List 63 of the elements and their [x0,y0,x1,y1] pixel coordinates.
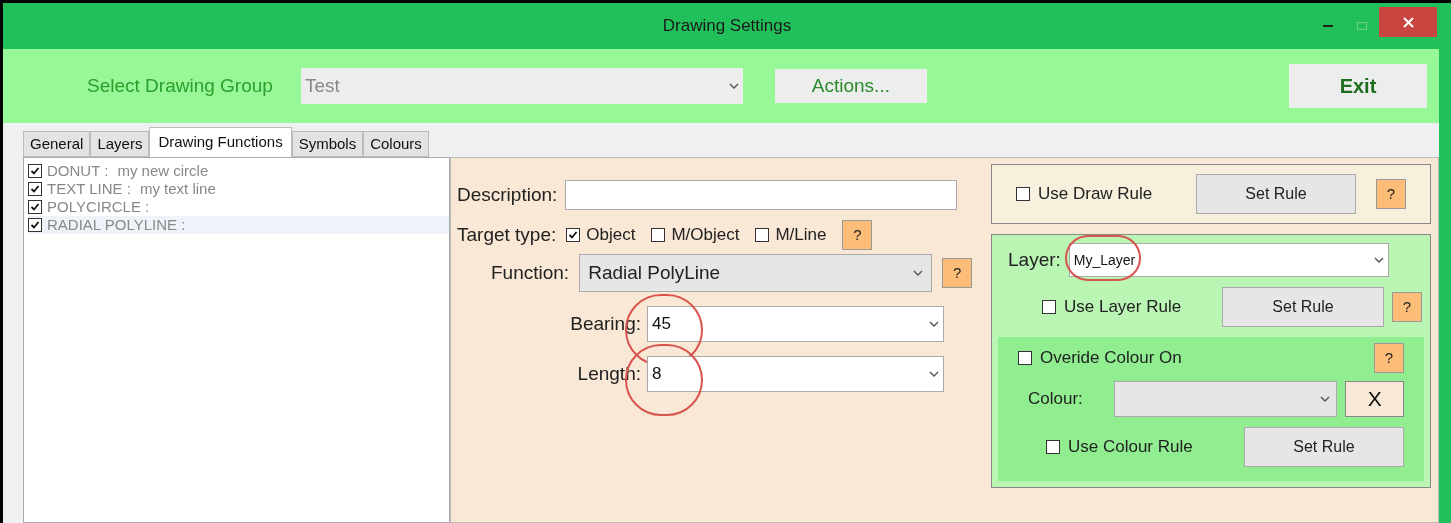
function-dropdown[interactable]: Radial PolyLine [579,254,933,292]
draw-rule-label: Use Draw Rule [1038,183,1154,206]
tab[interactable]: Drawing Functions [149,127,292,157]
tab[interactable]: Symbols [291,131,364,157]
function-name: POLYCIRCLE : [47,197,150,217]
dropdown-caret-icon [1320,396,1331,402]
exit-button[interactable]: Exit [1289,64,1427,108]
target-type-option: Object [586,222,636,248]
help-button[interactable]: ? [1376,179,1406,209]
actions-button[interactable]: Actions... [774,69,927,103]
checkbox[interactable] [1016,187,1030,201]
function-list-item[interactable]: POLYCIRCLE : [28,198,449,216]
help-button[interactable]: ? [942,258,973,288]
function-label: Function: [491,260,570,285]
function-name: RADIAL POLYLINE : [47,214,186,235]
checkbox[interactable] [28,218,42,232]
set-rule-button[interactable]: Set Rule [1243,427,1404,467]
help-button[interactable]: ? [842,220,873,250]
override-colour-label: Overide Colour On [1040,347,1182,370]
tab[interactable]: Colours [363,131,429,157]
dropdown-caret-icon [913,270,924,276]
dropdown-caret-icon [728,83,739,89]
layer-rule-label: Use Layer Rule [1064,296,1183,319]
target-type-option: M/Object [671,222,740,248]
colour-rule-label: Use Colour Rule [1068,436,1194,459]
function-name: DONUT : [47,160,109,181]
help-button[interactable]: ? [1374,343,1404,373]
description-label: Description: [457,182,558,207]
help-button[interactable]: ? [1392,292,1422,322]
description-field[interactable] [565,180,958,210]
tab[interactable]: Layers [90,131,150,157]
checkbox[interactable] [1018,351,1032,365]
set-rule-button[interactable]: Set Rule [1222,287,1384,327]
dropdown-caret-icon [929,371,939,377]
bearing-dropdown[interactable]: 45 [647,306,944,342]
checkbox[interactable] [1042,300,1056,314]
checkbox[interactable] [28,182,42,196]
checkbox[interactable] [755,228,770,242]
checkbox[interactable] [651,228,666,242]
window-title: Drawing Settings [662,15,792,38]
function-description: my new circle [117,160,209,181]
set-rule-button[interactable]: Set Rule [1196,174,1356,214]
function-name: TEXT LINE : [47,179,131,199]
layer-dropdown[interactable]: My_Layer [1068,243,1389,277]
target-type-option: M/Line [775,222,827,248]
checkbox[interactable] [28,164,42,178]
colour-label: Colour: [1028,388,1084,411]
group-label: Select Drawing Group [87,73,273,98]
tab[interactable]: General [23,131,91,157]
checkbox[interactable] [28,200,42,214]
dropdown-caret-icon [929,321,939,327]
clear-colour-button[interactable]: X [1345,381,1404,417]
checkbox[interactable] [1046,440,1060,454]
layer-label: Layer: [1008,247,1061,272]
close-button[interactable] [1379,7,1437,37]
length-dropdown[interactable]: 8 [647,356,944,392]
dropdown-caret-icon [1373,257,1384,263]
target-type-label: Target type: [457,222,557,247]
function-list-item[interactable]: TEXT LINE : my text line [28,180,449,198]
function-list-item[interactable]: DONUT : my new circle [28,162,449,180]
function-description: my text line [139,178,216,199]
close-icon [1402,16,1414,28]
checkbox[interactable] [566,228,581,242]
